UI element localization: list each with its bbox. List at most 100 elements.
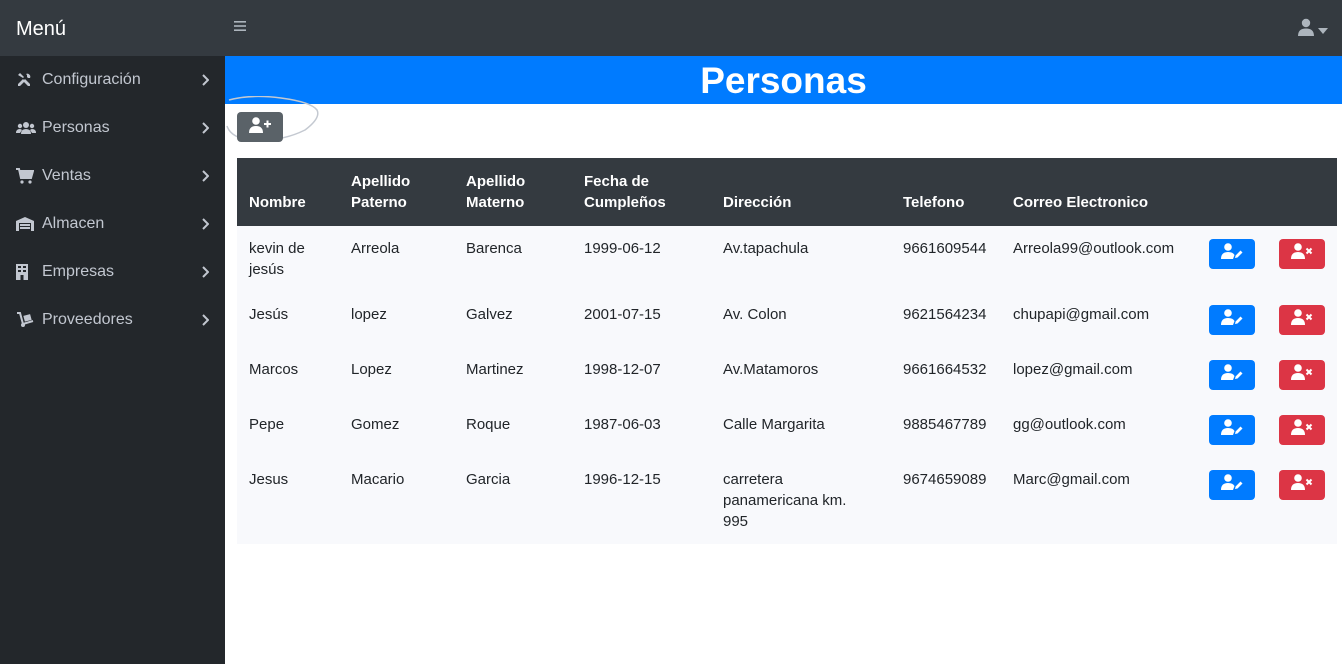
header-correo: Correo Electronico (1001, 158, 1197, 226)
cell-apellido-materno: Barenca (466, 240, 522, 257)
main-content: Personas Nombre Apellido Paterno Apellido… (225, 56, 1342, 664)
cell-apellido-paterno: Lopez (351, 361, 392, 378)
cell-direccion: Av. Colon (723, 306, 787, 323)
cell-nombre: Jesus (249, 471, 289, 488)
chevron-right-icon (201, 266, 209, 278)
sidebar-item-proveedores[interactable]: Proveedores (0, 296, 225, 344)
user-times-icon (1291, 364, 1313, 386)
cell-nombre: Pepe (249, 416, 285, 433)
building-icon (16, 264, 38, 280)
cell-direccion: carretera panamericana km. 995 (723, 471, 847, 530)
personas-table: Nombre Apellido Paterno Apellido Materno F… (237, 158, 1337, 544)
sidebar-item-label: Empresas (42, 263, 115, 280)
sidebar-item-label: Almacen (42, 215, 105, 232)
header-edit (1197, 158, 1267, 226)
sidebar-item-almacen[interactable]: Almacen (0, 200, 225, 248)
header-telefono: Telefono (891, 158, 1001, 226)
cell-apellido-materno: Galvez (466, 306, 513, 323)
cell-direccion: Av.Matamoros (723, 361, 819, 378)
edit-person-button[interactable] (1209, 415, 1255, 445)
sidebar-item-label: Personas (42, 119, 110, 136)
sidebar-item-configuracion[interactable]: Configuración (0, 56, 225, 104)
cell-telefono: 9661609544 (903, 240, 987, 257)
header-delete (1267, 158, 1337, 226)
edit-person-button[interactable] (1209, 470, 1255, 500)
edit-person-button[interactable] (1209, 239, 1255, 269)
cell-fecha: 1987-06-03 (584, 416, 661, 433)
delete-person-button[interactable] (1279, 470, 1325, 500)
cell-fecha: 1996-12-15 (584, 471, 661, 488)
cell-apellido-paterno: lopez (351, 306, 387, 323)
header-direccion: Dirección (711, 158, 891, 226)
table-header-row: Nombre Apellido Paterno Apellido Materno F… (237, 158, 1337, 226)
dolly-icon (16, 312, 38, 328)
add-person-button[interactable] (237, 112, 283, 142)
chevron-right-icon (201, 314, 209, 326)
table-row: Jesus Macario Garcia 1996-12-15 carreter… (237, 457, 1337, 544)
header-fecha-cumpleanos: Fecha de Cumpleños (572, 158, 711, 226)
users-icon (16, 121, 38, 135)
cell-fecha: 1999-06-12 (584, 240, 661, 257)
cell-fecha: 2001-07-15 (584, 306, 661, 323)
cell-direccion: Calle Margarita (723, 416, 825, 433)
edit-person-button[interactable] (1209, 360, 1255, 390)
cell-correo: chupapi@gmail.com (1013, 306, 1150, 323)
sidebar-item-label: Ventas (42, 167, 91, 184)
delete-person-button[interactable] (1279, 305, 1325, 335)
cell-telefono: 9621564234 (903, 306, 987, 323)
cell-nombre: Jesús (249, 306, 289, 323)
sidebar-item-label: Proveedores (42, 311, 133, 328)
header-nombre: Nombre (237, 158, 339, 226)
cell-nombre: kevin de jesús (249, 240, 305, 278)
cell-apellido-paterno: Gomez (351, 416, 400, 433)
table-row: Pepe Gomez Roque 1987-06-03 Calle Margar… (237, 402, 1337, 457)
sidebar-brand: Menú (0, 0, 225, 56)
table-row: Jesús lopez Galvez 2001-07-15 Av. Colon … (237, 292, 1337, 347)
cell-apellido-paterno: Arreola (351, 240, 400, 257)
user-times-icon (1291, 419, 1313, 441)
tools-icon (16, 72, 38, 88)
cell-apellido-materno: Martinez (466, 361, 524, 378)
cart-icon (16, 168, 38, 184)
cell-telefono: 9661664532 (903, 361, 987, 378)
user-edit-icon (1221, 419, 1243, 441)
sidebar-item-ventas[interactable]: Ventas (0, 152, 225, 200)
user-edit-icon (1221, 364, 1243, 386)
table-row: Marcos Lopez Martinez 1998-12-07 Av.Mata… (237, 347, 1337, 402)
user-dropdown[interactable] (1298, 18, 1328, 41)
chevron-right-icon (201, 122, 209, 134)
cell-apellido-materno: Garcia (466, 471, 511, 488)
table-row: kevin de jesús Arreola Barenca 1999-06-12… (237, 226, 1337, 292)
cell-telefono: 9674659089 (903, 471, 987, 488)
sidebar-item-label: Configuración (42, 71, 141, 88)
header-apellido-paterno: Apellido Paterno (339, 158, 454, 226)
cell-correo: gg@outlook.com (1013, 416, 1126, 433)
user-icon (1298, 18, 1314, 41)
cell-nombre: Marcos (249, 361, 299, 378)
user-times-icon (1291, 474, 1313, 496)
delete-person-button[interactable] (1279, 360, 1325, 390)
page-title: Personas (225, 56, 1342, 104)
cell-direccion: Av.tapachula (723, 240, 809, 257)
user-times-icon (1291, 309, 1313, 331)
user-times-icon (1291, 243, 1313, 265)
warehouse-icon (16, 217, 38, 231)
header-apellido-materno: Apellido Materno (454, 158, 572, 226)
delete-person-button[interactable] (1279, 239, 1325, 269)
caret-down-icon (1318, 21, 1328, 39)
user-edit-icon (1221, 243, 1243, 265)
cell-apellido-materno: Roque (466, 416, 511, 433)
cell-telefono: 9885467789 (903, 416, 987, 433)
sidebar-item-personas[interactable]: Personas (0, 104, 225, 152)
sidebar-item-empresas[interactable]: Empresas (0, 248, 225, 296)
hamburger-menu-icon[interactable] (233, 19, 247, 35)
edit-person-button[interactable] (1209, 305, 1255, 335)
top-navbar (225, 0, 1342, 56)
cell-correo: lopez@gmail.com (1013, 361, 1133, 378)
user-edit-icon (1221, 474, 1243, 496)
delete-person-button[interactable] (1279, 415, 1325, 445)
cell-fecha: 1998-12-07 (584, 361, 661, 378)
chevron-right-icon (201, 170, 209, 182)
sidebar: Menú Configuración Personas Ventas Almac… (0, 0, 225, 664)
user-edit-icon (1221, 309, 1243, 331)
